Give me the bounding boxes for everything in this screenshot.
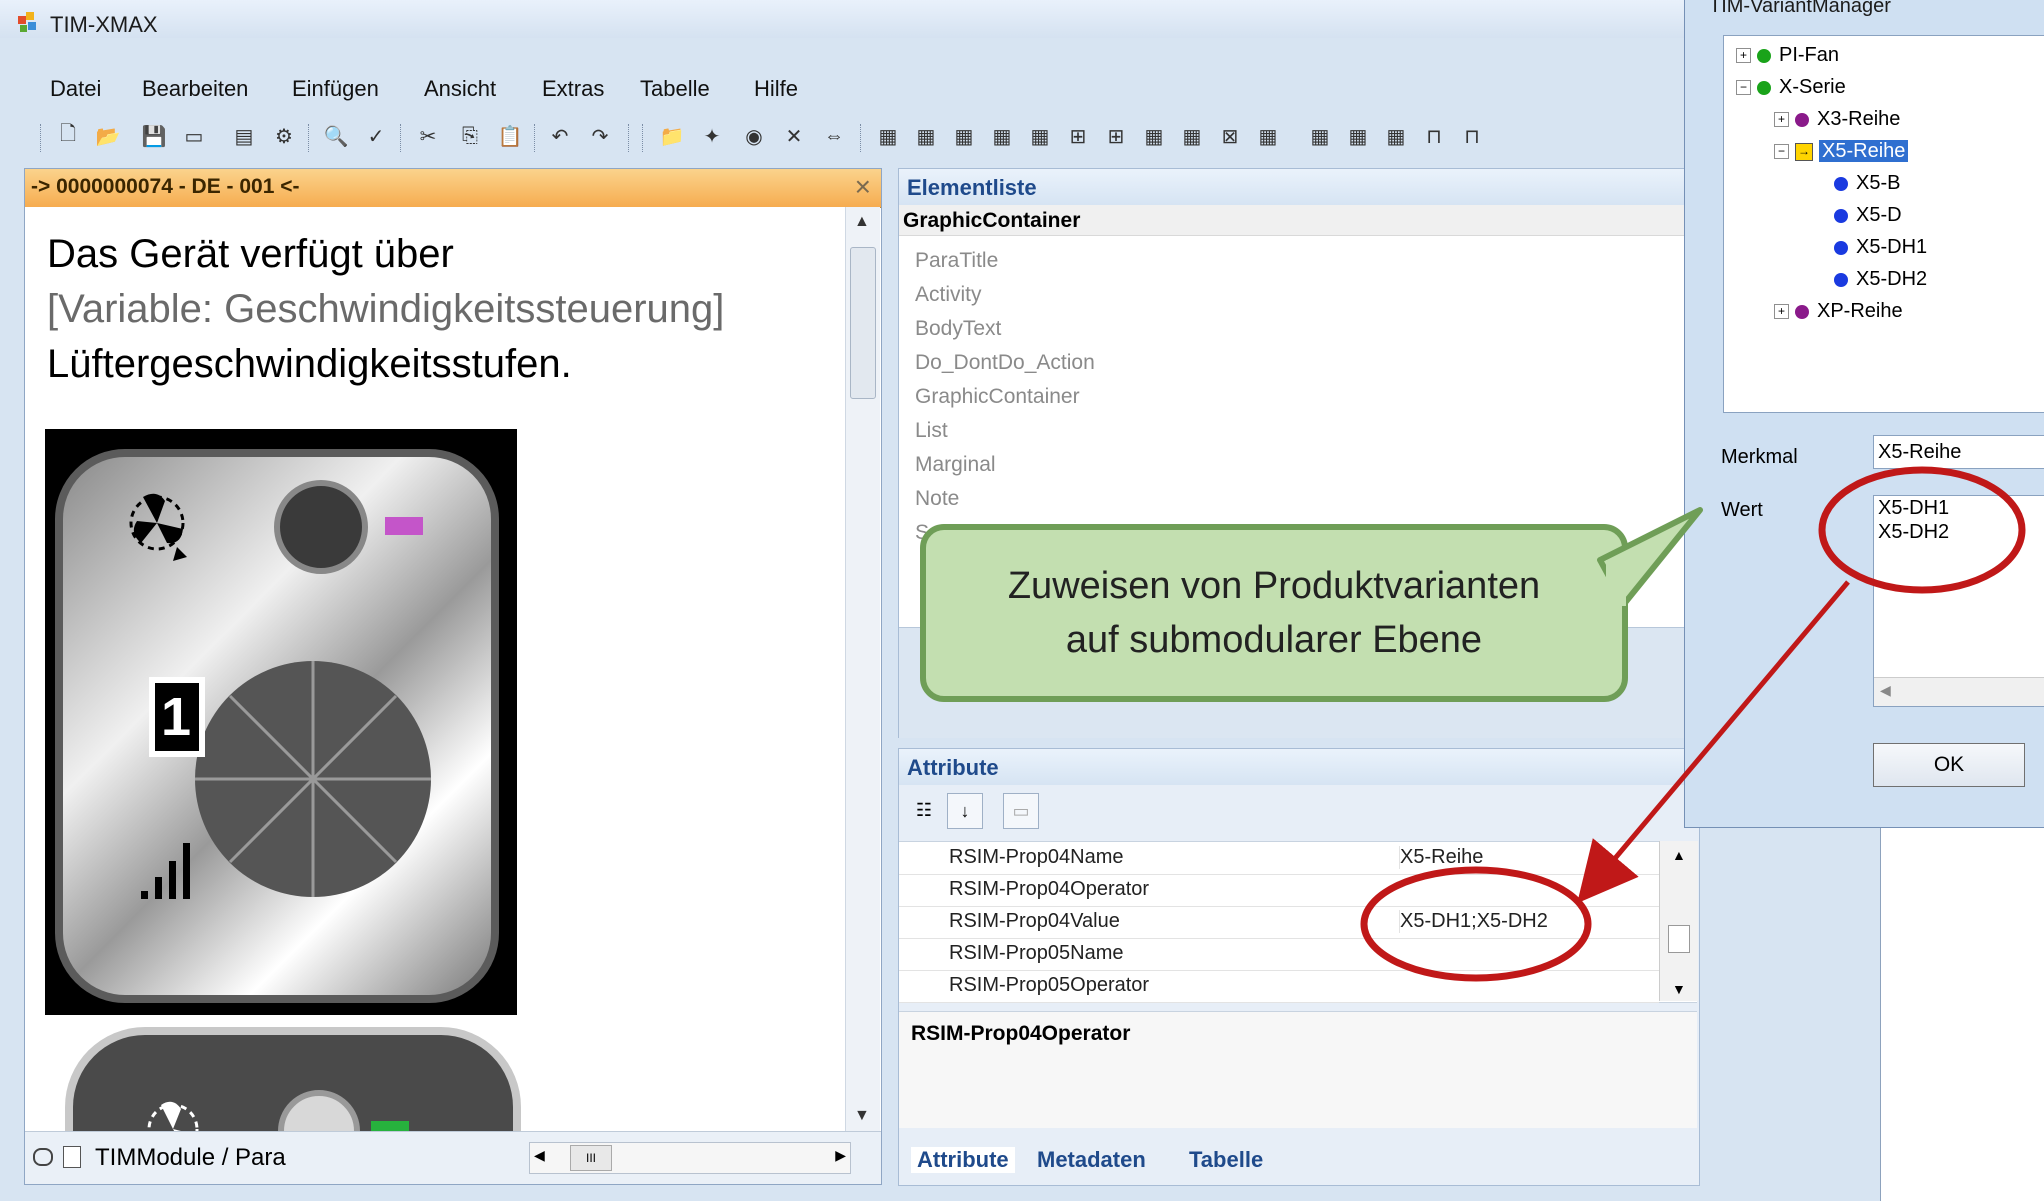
annotation-overlay [1360, 466, 2026, 982]
highlight-circle-attribute [1360, 866, 1592, 982]
highlight-circle-wert [1818, 466, 2026, 594]
annotation-arrow [1577, 580, 1850, 904]
callout-pointer-join [1606, 560, 1626, 606]
